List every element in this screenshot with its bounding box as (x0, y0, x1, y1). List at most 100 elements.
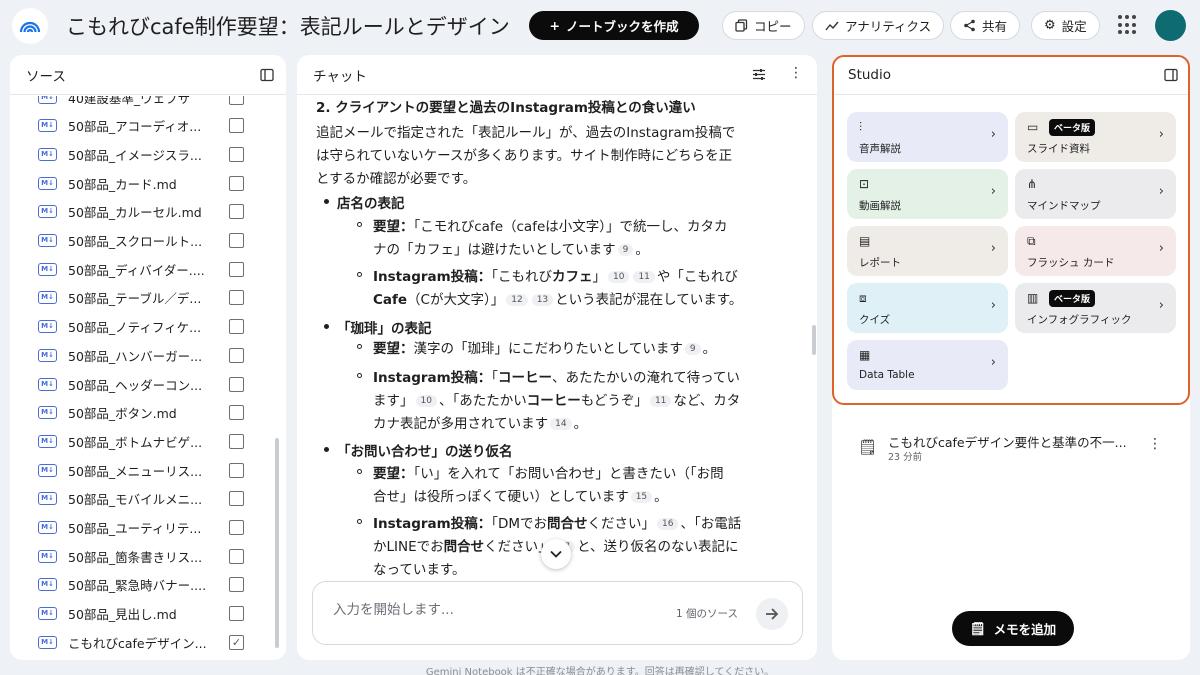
source-checkbox[interactable] (229, 433, 244, 449)
chat-input[interactable] (333, 602, 633, 618)
intro-line-1: 追記メールで指定された「表記ルール」が、過去のInstagram投稿で (316, 125, 736, 141)
citation-chip[interactable]: 12 (506, 294, 528, 306)
citation-chip[interactable]: 11 (649, 395, 672, 407)
b1-request-line-2: ナの「カフェ」は避けたいとしています 9。 (373, 242, 649, 258)
note-title: こもれびcafeデザイン要件と基準の不一... (888, 435, 1127, 450)
citation-chip[interactable]: 11 (633, 271, 655, 283)
more-vert-icon[interactable]: ⋮ (1148, 436, 1162, 452)
video-icon: ⊡ (859, 177, 870, 191)
source-checkbox[interactable] (229, 290, 244, 306)
saved-note[interactable]: 🗒 こもれびcafeデザイン要件と基準の不一... 23 分前 ⋮ (858, 430, 1168, 464)
source-item[interactable]: M↓ 50部品_スクロールト... (10, 227, 280, 255)
chat-scrollbar[interactable] (812, 325, 816, 355)
add-memo-button[interactable]: 🗒 メモを追加 (952, 611, 1074, 646)
citation-chip[interactable]: 13 (531, 294, 554, 306)
source-checkbox[interactable] (229, 347, 244, 363)
scroll-down-button[interactable] (541, 539, 571, 569)
collapse-panel-icon[interactable] (260, 68, 274, 82)
source-item[interactable]: M↓ 50部品_ボタン.md (10, 399, 280, 427)
source-item[interactable]: M↓ 50部品_イメージスラ... (10, 140, 280, 168)
source-checkbox[interactable] (229, 319, 244, 335)
source-checkbox[interactable] (229, 118, 244, 134)
source-item[interactable]: M↓ 50部品_ヘッダーコン... (10, 370, 280, 398)
tune-icon[interactable] (752, 68, 766, 81)
source-checkbox[interactable] (229, 96, 244, 105)
source-checkbox[interactable] (229, 548, 244, 564)
studio-card[interactable]: ▦ Data Table › (847, 340, 1008, 390)
create-notebook-button[interactable]: + ノートブックを作成 (529, 11, 699, 40)
b1-ig-text: （Cが大文字）」 (407, 292, 505, 308)
source-item[interactable]: M↓ 50部品_見出し.md (10, 600, 280, 628)
studio-card[interactable]: ⊡ 動画解説 › (847, 169, 1008, 219)
source-item[interactable]: M↓ 50部品_モバイルメニ... (10, 485, 280, 513)
citation-chip[interactable]: 10 (415, 395, 437, 407)
source-name: 50部品_カード.md (68, 176, 177, 192)
beta-badge: ベータ版 (1049, 119, 1096, 136)
citation-chip[interactable]: 9 (684, 343, 701, 355)
source-name: 50部品_ディバイダー.... (68, 262, 205, 278)
analytics-button[interactable]: アナリティクス (812, 11, 945, 40)
sources-scrollbar[interactable] (275, 438, 279, 648)
source-item[interactable]: M↓ 50部品_ディバイダー.... (10, 255, 280, 283)
citation-chip[interactable]: 14 (550, 418, 572, 430)
source-checkbox[interactable] (229, 233, 244, 248)
apps-grid-icon[interactable] (1118, 15, 1138, 35)
source-checkbox[interactable] (229, 146, 244, 162)
table-icon: ▦ (859, 348, 871, 362)
settings-button[interactable]: ⚙ 設定 (1031, 11, 1100, 40)
markdown-file-icon: M↓ (38, 320, 57, 334)
collapse-panel-icon[interactable] (1164, 68, 1178, 82)
source-checkbox[interactable] (229, 577, 244, 593)
b2-ig-text: 、「あたたかい (438, 393, 527, 409)
source-checkbox[interactable] (229, 204, 244, 220)
source-item[interactable]: M↓ 50部品_アコーディオ... (10, 112, 280, 140)
avatar[interactable] (1155, 10, 1186, 41)
source-checkbox[interactable] (229, 606, 244, 622)
share-button[interactable]: 共有 (950, 11, 1021, 40)
source-name: 50部品_スクロールト... (68, 234, 203, 249)
more-vert-icon[interactable]: ⋮ (789, 65, 803, 81)
studio-card[interactable]: ▭ ベータ版 スライド資料 › (1015, 112, 1176, 162)
studio-card[interactable]: ▥ ベータ版 インフォグラフィック › (1015, 283, 1176, 333)
plus-icon: + (549, 18, 560, 33)
source-name: 50部品_イメージスラ... (68, 147, 202, 163)
source-checkbox[interactable] (229, 491, 244, 507)
source-checkbox[interactable] (229, 405, 244, 421)
source-item[interactable]: M↓ 50部品_ユーティリテ... (10, 514, 280, 542)
source-item[interactable]: M↓ 50部品_緊急時バナー.... (10, 571, 280, 599)
source-item[interactable]: M↓ こもれびcafeデザイン... ✓ (10, 628, 280, 656)
sub-bullet (357, 272, 362, 277)
source-item[interactable]: M↓ 50部品_メニューリス... (10, 456, 280, 484)
notebook-title[interactable]: こもれびcafe制作要望：表記ルールとデザイン指針 (66, 11, 510, 41)
citation-chip[interactable]: 9 (617, 244, 634, 256)
copy-button[interactable]: コピー (722, 11, 805, 40)
share-icon (964, 19, 975, 32)
studio-card[interactable]: ⫶ 音声解説 › (847, 112, 1008, 162)
source-item[interactable]: M↓ 50部品_ボトムナビゲ... (10, 427, 280, 455)
citation-chip[interactable]: 16 (657, 518, 679, 530)
source-item[interactable]: M↓ 50部品_ハンバーガー... (10, 341, 280, 369)
source-checkbox[interactable]: ✓ (229, 634, 244, 650)
source-item[interactable]: M↓ 50部品_カルーセル.md (10, 198, 280, 226)
source-checkbox[interactable] (229, 261, 244, 277)
source-item[interactable]: M↓ 50部品_カード.md (10, 169, 280, 197)
studio-card[interactable]: ⋔ マインドマップ › (1015, 169, 1176, 219)
source-item[interactable]: M↓ 50部品_ノティフィケ... (10, 313, 280, 341)
studio-card[interactable]: ▤ レポート › (847, 226, 1008, 276)
copy-icon (735, 19, 748, 32)
b3-ig-bold: 問合せ (443, 539, 485, 555)
citation-chip[interactable]: 10 (607, 271, 630, 283)
studio-card[interactable]: ⧉ フラッシュ カード › (1015, 226, 1176, 276)
notebook-logo[interactable] (12, 8, 48, 44)
studio-card[interactable]: ⧈ クイズ › (847, 283, 1008, 333)
source-item[interactable]: M↓ 50部品_テーブル／デ... (10, 284, 280, 312)
citation-chip[interactable]: 15 (630, 491, 653, 503)
source-checkbox[interactable] (229, 462, 244, 478)
source-checkbox[interactable] (229, 520, 244, 535)
source-item[interactable]: M↓ 50部品_箇条書きリス... (10, 542, 280, 570)
source-checkbox[interactable] (229, 376, 244, 392)
send-button[interactable] (756, 598, 788, 630)
quiz-icon: ⧈ (859, 291, 867, 305)
source-item[interactable]: M↓ 40建設基準_ウェブサ (10, 96, 280, 111)
source-checkbox[interactable] (229, 175, 244, 191)
